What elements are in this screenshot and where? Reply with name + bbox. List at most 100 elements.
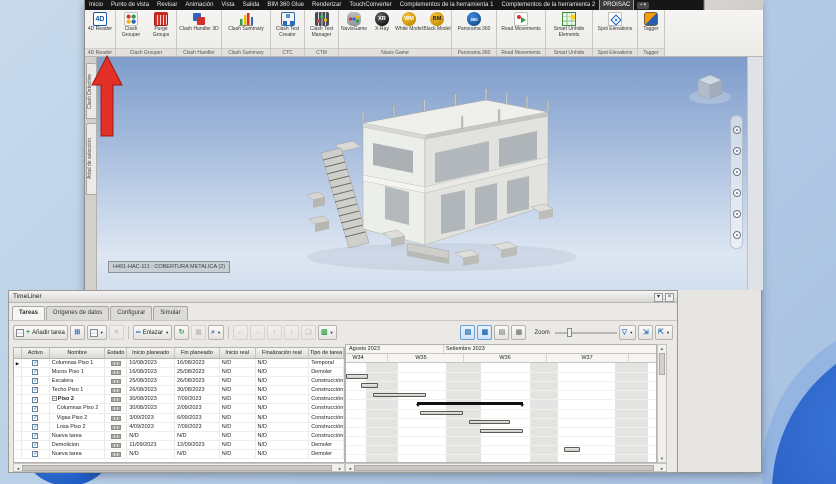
show-planned-toggle[interactable]: ▦ xyxy=(477,325,493,340)
gantt-bar-escalera[interactable] xyxy=(361,383,378,388)
ribbon-tab-animaci-n[interactable]: Animación xyxy=(181,0,217,10)
scroll-left-icon[interactable]: ◄ xyxy=(16,466,20,471)
columns-dropdown[interactable]: ▥ ▼ xyxy=(317,325,337,340)
table-row[interactable]: ✓ Muros Piso 1 16/08/2023 25/08/2023 N/D N/D D… xyxy=(14,368,344,378)
gantt-bar-losa-piso-2[interactable] xyxy=(480,428,523,434)
table-row[interactable]: ✓ − Piso 2 30/08/2023 7/09/2023 N/D N/D Constru… xyxy=(14,395,344,405)
panel-pin-icon[interactable]: ▾ xyxy=(654,292,663,302)
zoom-tool-icon[interactable] xyxy=(732,146,741,155)
scrollbar-thumb[interactable] xyxy=(659,353,665,375)
ribbon-button-navisgame[interactable]: NavisGame xyxy=(339,10,369,48)
scrollbar-thumb[interactable] xyxy=(22,465,332,471)
insert-task-button[interactable]: ⊞ xyxy=(69,325,85,340)
collapse-icon[interactable]: − xyxy=(51,396,57,402)
table-row[interactable]: ✓ Escalera 25/08/2023 26/08/2023 N/D N/D Const… xyxy=(14,377,344,387)
scroll-up-icon[interactable]: ▲ xyxy=(658,346,666,351)
active-checkbox[interactable]: ✓ xyxy=(32,396,39,403)
active-checkbox[interactable]: ✓ xyxy=(32,451,39,458)
gantt-bar-demolicion[interactable] xyxy=(564,447,580,452)
3d-viewport[interactable]: H491-HAC-111 : COBERTURA METALICA (2) xyxy=(97,57,747,290)
outdent-button[interactable]: ← xyxy=(232,325,248,340)
ribbon-tab-bim-360-glue[interactable]: BIM 360 Glue xyxy=(263,0,308,10)
active-checkbox[interactable]: ✓ xyxy=(32,432,39,439)
column-header-finalizaci-n-real[interactable]: Finalización real xyxy=(256,348,310,358)
ribbon-button-clash-test-creator[interactable]: Clash Test Creator xyxy=(271,10,304,48)
ribbon-button-clash-test-manager[interactable]: Clash Test Manager xyxy=(305,10,338,48)
fly-tool-icon[interactable] xyxy=(732,230,741,239)
ribbon-tab-punto-de-vista[interactable]: Punto de vista xyxy=(107,0,153,10)
active-checkbox[interactable]: ✓ xyxy=(32,405,39,412)
column-header-tipo-de-tarea[interactable]: Tipo de tarea xyxy=(309,348,344,358)
scrollbar-thumb[interactable] xyxy=(354,465,654,471)
ribbon-tab-salida[interactable]: Salida xyxy=(239,0,264,10)
active-checkbox[interactable]: ✓ xyxy=(32,369,39,376)
table-row[interactable]: ✓ Columnas Piso 2 30/08/2023 2/09/2023 N/D N/… xyxy=(14,404,344,414)
tab-tareas[interactable]: Tareas xyxy=(12,306,45,320)
ribbon-button-4d-reader[interactable]: 4D 4D Reader xyxy=(85,10,115,48)
gantt-vertical-scrollbar[interactable]: ▲ ▼ xyxy=(657,344,667,463)
scroll-down-icon[interactable]: ▼ xyxy=(658,456,666,461)
ribbon-button-read-movements[interactable]: Read Movements xyxy=(497,10,545,48)
column-header-nombre[interactable]: Nombre xyxy=(50,348,106,358)
ribbon-button-white-model[interactable]: WM White Model xyxy=(395,10,423,48)
timeliner-titlebar[interactable]: TimeLiner xyxy=(9,291,677,303)
import-schedule-dropdown[interactable]: ⇱ ▼ xyxy=(655,325,673,340)
tab-or-genes-de-datos[interactable]: Orígenes de datos xyxy=(45,306,110,320)
active-checkbox[interactable]: ✓ xyxy=(32,360,39,367)
table-row[interactable]: ✓ Nueva tarea N/D N/D N/D N/D Construcción xyxy=(14,431,344,441)
viewcube-icon[interactable] xyxy=(685,69,735,109)
active-checkbox[interactable]: ✓ xyxy=(32,378,39,385)
refresh-button[interactable]: ↻ xyxy=(174,325,190,340)
scroll-right-icon[interactable]: ► xyxy=(338,466,342,471)
ribbon-button-clash-summary[interactable]: Clash Summary xyxy=(222,10,270,48)
column-header-inicio-real[interactable]: Inicio real xyxy=(220,348,256,358)
ribbon-button-black-model[interactable]: BM Black Model xyxy=(423,10,451,48)
delete-task-button[interactable]: ✕ xyxy=(108,325,124,340)
table-row[interactable]: ✓ Nueva tarea N/D N/D N/D N/D Demoler xyxy=(14,449,344,460)
insert-task-dropdown[interactable]: ▼ xyxy=(86,325,107,340)
add-task-button[interactable]: + Añadir tarea xyxy=(13,325,68,340)
ribbon-button-clash-handler-3d[interactable]: Clash Handler 3D xyxy=(177,10,221,48)
table-row[interactable]: ✓ Demolicion 11/09/2023 12/09/2023 N/D N/D Dem… xyxy=(14,440,344,450)
scroll-right-icon[interactable]: ► xyxy=(660,466,664,471)
column-header-estado[interactable]: Estado xyxy=(105,348,128,358)
tab-simular[interactable]: Simular xyxy=(153,306,188,320)
table-row[interactable]: ▶ ✓ Columnas Piso 1 10/08/2023 16/08/2023 N/D… xyxy=(14,359,344,369)
column-header-activo[interactable]: Activo xyxy=(22,348,50,358)
move-up-button[interactable]: ↑ xyxy=(266,325,282,340)
zoom-slider-thumb[interactable] xyxy=(566,328,572,337)
ribbon-tab-vista[interactable]: Vista xyxy=(217,0,238,10)
ribbon-button-panorama-360[interactable]: 360 Panorama 360 xyxy=(452,10,496,48)
active-checkbox[interactable]: ✓ xyxy=(32,423,39,430)
table-row[interactable]: ✓ Vigas Piso 2 3/09/2023 6/09/2023 N/D N/D Con… xyxy=(14,413,344,423)
ribbon-tab-revisar[interactable]: Revisar xyxy=(153,0,181,10)
orbit-tool-icon[interactable] xyxy=(732,167,741,176)
gantt-bar-muros-piso-1[interactable] xyxy=(346,374,368,379)
ribbon-tab-complementos-de-la-herramienta-2[interactable]: Complementos de la herramienta 2 xyxy=(497,0,599,10)
ribbon-tab-renderizar[interactable]: Renderizar xyxy=(308,0,345,10)
filter-export-dropdown[interactable]: ▽ ▼ xyxy=(618,325,637,340)
ribbon-tab-inicio[interactable]: Inicio xyxy=(85,0,107,10)
ribbon-button-x-ray[interactable]: XR X-Ray xyxy=(369,10,395,48)
active-checkbox[interactable]: ✓ xyxy=(32,414,39,421)
active-checkbox[interactable]: ✓ xyxy=(32,387,39,394)
zoom-slider[interactable] xyxy=(554,328,617,338)
show-actual-toggle[interactable]: ▤ xyxy=(494,325,510,340)
ribbon-button-tagger[interactable]: Tagger xyxy=(638,10,664,48)
show-both-toggle[interactable]: ▦ xyxy=(511,325,527,340)
navigation-bar[interactable] xyxy=(730,115,743,249)
indent-button[interactable]: → xyxy=(249,325,265,340)
attach-button[interactable]: ∞ Enlazar ▼ xyxy=(132,325,173,340)
export-schedule-button[interactable]: ⇲ xyxy=(638,325,654,340)
comment-button[interactable]: ❏ xyxy=(300,325,316,340)
table-row[interactable]: ✓ Techo Piso 1 26/08/2023 30/08/2023 N/D N/D C… xyxy=(14,386,344,396)
active-checkbox[interactable]: ✓ xyxy=(32,442,39,449)
panel-close-icon[interactable]: × xyxy=(665,292,674,302)
menubar-extra-icon[interactable]: ▪ ▾ xyxy=(637,1,650,9)
pan-tool-icon[interactable] xyxy=(732,125,741,134)
column-header-inicio-planeado[interactable]: Inicio planeado xyxy=(127,348,176,358)
gantt-bar-techo-piso-1[interactable] xyxy=(373,392,426,397)
gantt-horizontal-scrollbar[interactable]: ◄ ► xyxy=(345,463,667,472)
ribbon-tab-touchconverter[interactable]: TouchConverter xyxy=(345,0,395,10)
gantt-bar-piso-2[interactable] xyxy=(416,401,524,408)
